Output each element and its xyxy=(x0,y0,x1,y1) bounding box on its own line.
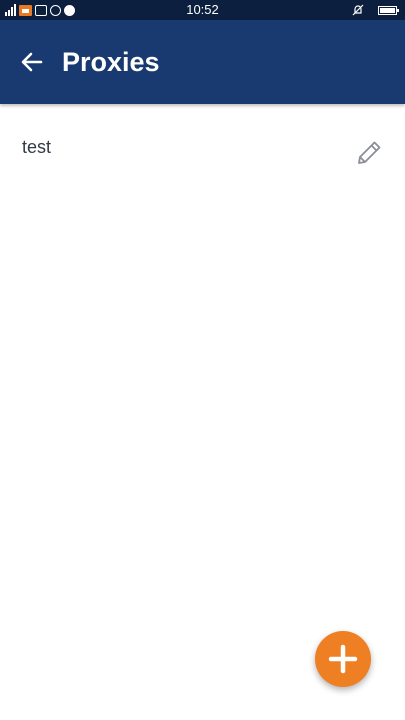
edit-button[interactable] xyxy=(350,134,388,172)
page-title: Proxies xyxy=(62,47,160,77)
arrow-left-icon xyxy=(21,52,43,72)
mute-icon xyxy=(352,4,364,16)
plus-icon xyxy=(328,644,358,674)
status-icons-right xyxy=(352,3,399,17)
back-button[interactable] xyxy=(12,42,52,82)
status-time: 10:52 xyxy=(186,2,219,17)
add-proxy-button[interactable] xyxy=(315,631,371,687)
battery-icon xyxy=(378,5,399,15)
app-bar: Proxies xyxy=(0,20,405,104)
list-item[interactable]: test xyxy=(0,104,405,196)
proxy-list: test xyxy=(0,104,405,196)
status-bar: 10:52 xyxy=(0,0,405,20)
proxy-name: test xyxy=(22,137,52,157)
pencil-icon xyxy=(358,141,381,164)
